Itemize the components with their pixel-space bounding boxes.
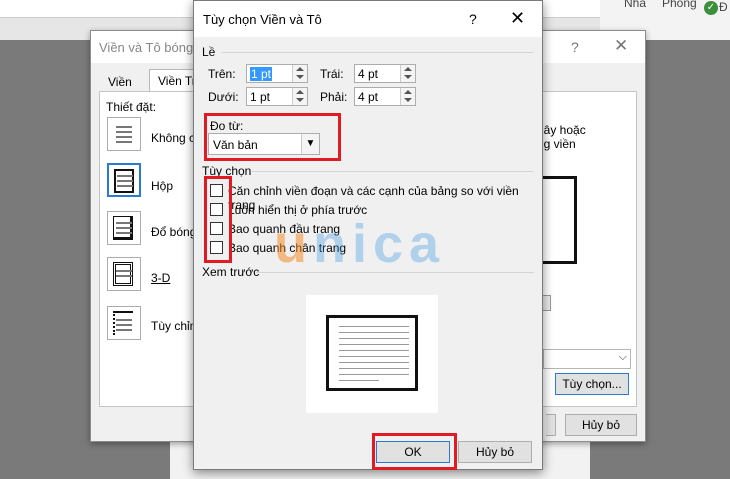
- cancel-button[interactable]: Hủy bỏ: [565, 414, 637, 436]
- spinner-buttons[interactable]: [400, 88, 415, 105]
- setting-label: 3-D: [151, 271, 171, 285]
- preview-fragment: [541, 176, 577, 264]
- spinner-buttons[interactable]: [292, 65, 307, 82]
- setting-shadow-icon[interactable]: [107, 211, 141, 245]
- divider: [222, 52, 534, 53]
- style-description: dây hoặc ng viền: [537, 123, 586, 151]
- setting-label: Hộp: [151, 179, 174, 193]
- left-margin-spinner[interactable]: 4 pt: [354, 64, 416, 83]
- spinner-buttons[interactable]: [400, 65, 415, 82]
- ok-button[interactable]: [546, 414, 556, 436]
- divider: [252, 171, 534, 172]
- left-margin-value: 4 pt: [358, 67, 379, 81]
- top-margin-value: 1 pt: [250, 67, 273, 81]
- border-shading-options-dialog: Tùy chọn Viền và Tô ? ✕ Lề Trên: 1 pt Dư…: [193, 0, 543, 470]
- top-margin-spinner[interactable]: 1 pt: [246, 64, 308, 83]
- cancel-button[interactable]: Hủy bỏ: [458, 441, 532, 463]
- settings-label: Thiết đặt:: [106, 100, 157, 114]
- right-margin-label: Phải:: [320, 90, 348, 104]
- preview-box: [306, 295, 438, 413]
- highlight-box: [204, 113, 341, 161]
- watermark-logo: unica: [274, 213, 445, 275]
- arrow-up-icon[interactable]: [296, 90, 304, 94]
- ribbon-item[interactable]: Phòng: [662, 0, 697, 10]
- setting-custom-icon[interactable]: [107, 306, 141, 340]
- left-margin-label: Trái:: [320, 67, 344, 81]
- arrow-down-icon[interactable]: [404, 98, 412, 102]
- arrow-up-icon[interactable]: [296, 67, 304, 71]
- setting-label: Đổ bóng: [151, 225, 197, 239]
- watermark-text: nica: [313, 214, 446, 274]
- close-icon[interactable]: ✕: [510, 8, 525, 29]
- setting-label: Tùy chỉn: [151, 319, 197, 333]
- setting-label: Không c: [151, 131, 196, 145]
- title-bar: Tùy chọn Viền và Tô ? ✕: [194, 1, 542, 37]
- dialog-title: Viền và Tô bóng: [99, 40, 194, 55]
- description-line: dây hoặc: [537, 123, 586, 137]
- description-line: ng viền: [537, 137, 576, 151]
- arrow-down-icon[interactable]: [296, 75, 304, 79]
- right-margin-spinner[interactable]: 4 pt: [354, 87, 416, 106]
- preview-group-title: Xem trước: [202, 265, 260, 279]
- watermark-letter: u: [274, 214, 313, 274]
- ribbon-item[interactable]: Nhà: [624, 0, 646, 10]
- apply-to-dropdown[interactable]: ⌵: [543, 349, 631, 369]
- arrow-down-icon[interactable]: [296, 98, 304, 102]
- bottom-margin-label: Dưới:: [208, 90, 239, 104]
- check-circle-icon: ✓: [704, 1, 718, 15]
- tab-borders[interactable]: Viền: [99, 71, 141, 92]
- chevron-down-icon: ⌵: [618, 351, 627, 363]
- top-margin-label: Trên:: [208, 67, 236, 81]
- margin-group-title: Lề: [202, 45, 216, 59]
- highlight-box: [372, 433, 457, 470]
- arrow-up-icon[interactable]: [404, 90, 412, 94]
- close-icon[interactable]: ✕: [614, 36, 628, 56]
- bottom-margin-value: 1 pt: [250, 90, 271, 104]
- ribbon-item[interactable]: Đ: [719, 0, 728, 14]
- setting-3d-icon[interactable]: [107, 257, 141, 291]
- setting-none-icon[interactable]: [107, 117, 141, 151]
- preview-page: [326, 315, 418, 391]
- spinner-buttons[interactable]: [292, 88, 307, 105]
- right-margin-value: 4 pt: [358, 90, 379, 104]
- divider: [256, 272, 534, 273]
- help-icon[interactable]: ?: [469, 11, 477, 27]
- arrow-up-icon[interactable]: [404, 67, 412, 71]
- bottom-margin-spinner[interactable]: 1 pt: [246, 87, 308, 106]
- highlight-box: [204, 176, 232, 263]
- arrow-down-icon[interactable]: [404, 75, 412, 79]
- help-icon[interactable]: ?: [571, 39, 579, 55]
- dialog-title: Tùy chọn Viền và Tô: [203, 12, 322, 27]
- setting-box-icon[interactable]: [107, 163, 141, 197]
- options-button[interactable]: Tùy chọn...: [555, 373, 629, 395]
